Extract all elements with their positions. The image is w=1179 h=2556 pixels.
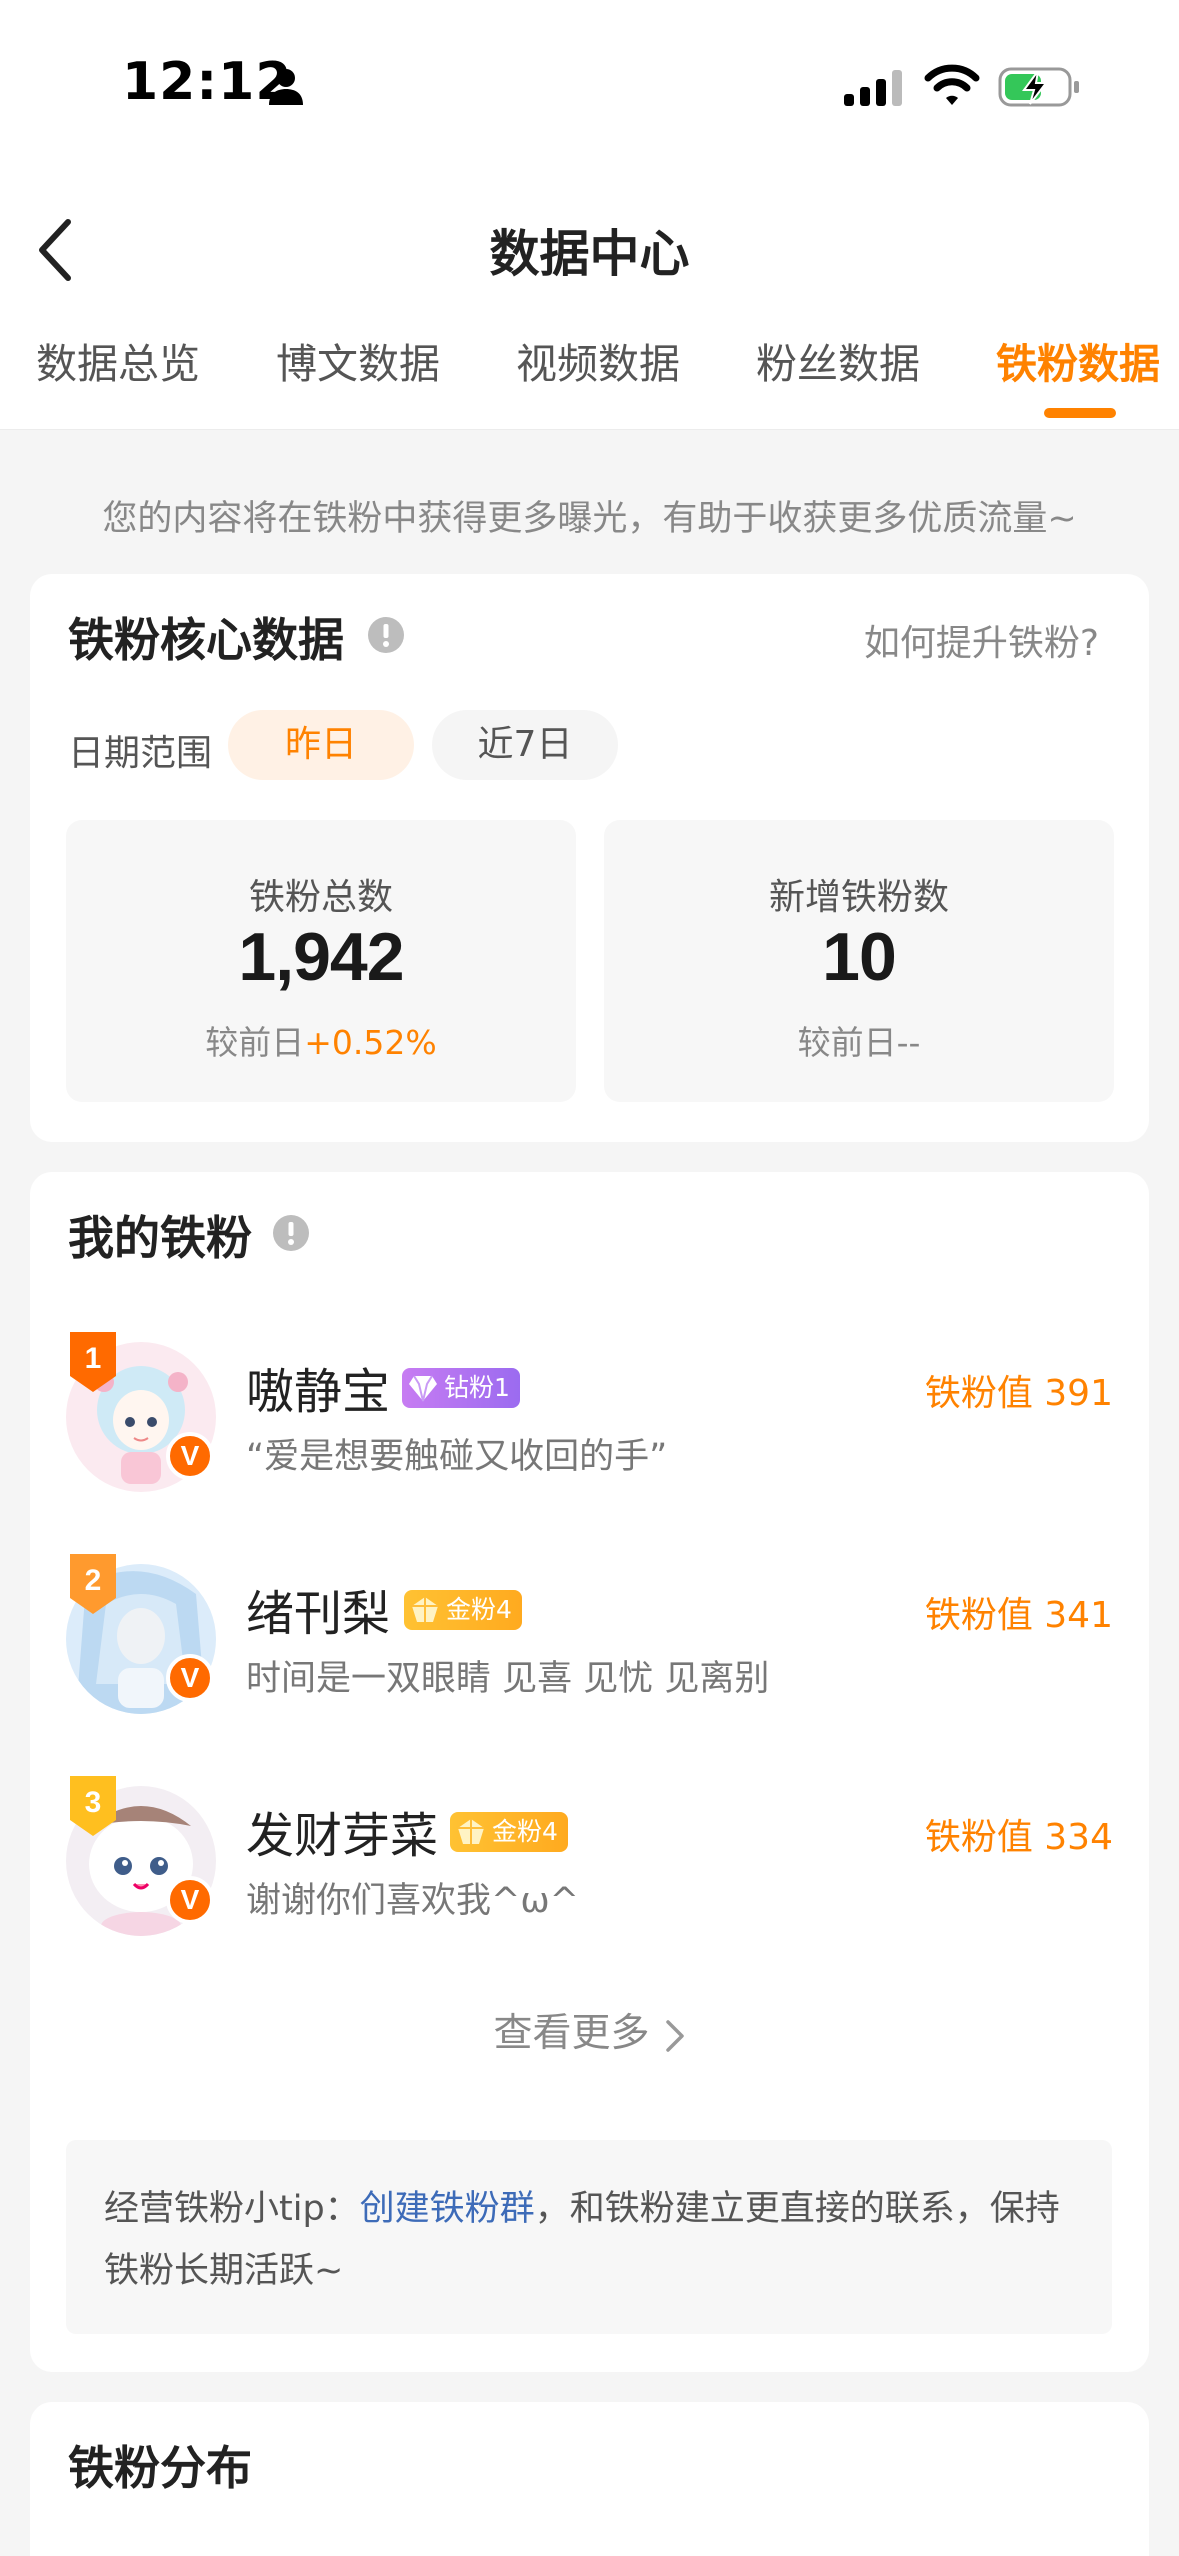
new-iron-fans-stat: 新增铁粉数 10 较前日--	[604, 820, 1114, 1102]
svg-text:1: 1	[85, 1342, 102, 1375]
info-icon[interactable]	[367, 616, 405, 654]
fan-level-badge: 钻粉1	[402, 1368, 520, 1408]
fan-distribution-title: 铁粉分布	[68, 2441, 252, 2495]
date-option-yesterday[interactable]: 昨日	[228, 710, 414, 780]
stat-label: 铁粉总数	[248, 877, 393, 918]
verified-v-icon: V	[166, 1432, 214, 1480]
tab-iron-fans[interactable]: 铁粉数据	[996, 330, 1160, 390]
how-to-improve-link[interactable]: 如何提升铁粉?	[864, 614, 1099, 666]
status-time: 12:12	[122, 52, 293, 112]
status-bar: 12:12	[0, 0, 1179, 170]
battery-charging-icon	[998, 67, 1079, 107]
iron-fan-score: 铁粉值 334	[924, 1817, 1113, 1858]
gold-gem-icon	[458, 1819, 484, 1844]
tab-videos[interactable]: 视频数据	[516, 330, 680, 390]
stat-change: +0.52%	[304, 1023, 437, 1062]
view-more-link[interactable]: 查看更多	[30, 2002, 1149, 2058]
wifi-icon	[924, 64, 980, 105]
stat-change: --	[896, 1023, 921, 1062]
date-range-label: 日期范围	[68, 733, 213, 774]
person-icon	[269, 69, 303, 105]
total-iron-fans-stat: 铁粉总数 1,942 较前日+0.52%	[66, 820, 576, 1102]
cellular-signal-icon	[844, 70, 902, 106]
rank-2-badge: 2	[70, 1554, 116, 1614]
stat-value: 1,942	[238, 919, 404, 995]
rank-1-badge: 1	[70, 1332, 116, 1392]
verified-v-icon: V	[166, 1654, 214, 1702]
page-title: 数据中心	[489, 225, 690, 283]
svg-text:3: 3	[85, 1786, 102, 1819]
core-data-card: 铁粉核心数据 如何提升铁粉? 日期范围 昨日 近7日 铁粉总数 1,942 较前…	[30, 574, 1149, 1142]
iron-fan-score: 铁粉值 391	[924, 1373, 1113, 1414]
fan-signature: 时间是一双眼睛 见喜 见忧 见离别	[246, 1659, 770, 1699]
tab-overview[interactable]: 数据总览	[36, 330, 200, 390]
tab-fans[interactable]: 粉丝数据	[756, 330, 920, 390]
my-fans-title: 我的铁粉	[68, 1211, 252, 1265]
fan-list-item[interactable]: 3 V 发财芽菜 金粉4 铁粉值 334 谢谢你们喜欢我^ω^	[30, 1774, 1149, 1954]
fan-level-badge: 金粉4	[404, 1590, 522, 1630]
fan-list-item[interactable]: 2 V 绪刊梨 金粉4 铁粉值 341 时间是一双眼睛 见喜 见忧 见离别	[30, 1552, 1149, 1732]
fan-name[interactable]: 发财芽菜	[246, 1796, 438, 1866]
fan-name[interactable]: 嗷静宝	[246, 1352, 390, 1422]
stat-value: 10	[822, 919, 897, 995]
fan-signature: “爱是想要触碰又收回的手”	[246, 1437, 668, 1477]
diamond-icon	[409, 1375, 437, 1402]
app-header: 数据中心 数据总览 博文数据 视频数据 粉丝数据 铁粉数据	[0, 170, 1179, 430]
chevron-right-icon	[665, 2019, 684, 2052]
fan-distribution-card: 铁粉分布	[30, 2402, 1149, 2556]
stat-compare: 较前日+0.52%	[205, 1023, 437, 1062]
info-icon[interactable]	[272, 1214, 310, 1252]
create-fan-group-link[interactable]: 创建铁粉群	[360, 2189, 535, 2229]
gold-gem-icon	[412, 1597, 438, 1622]
stat-label: 新增铁粉数	[768, 877, 949, 918]
tab-bar: 数据总览 博文数据 视频数据 粉丝数据 铁粉数据	[0, 330, 1179, 430]
active-tab-indicator	[1044, 408, 1116, 418]
rank-3-badge: 3	[70, 1776, 116, 1836]
iron-fan-score: 铁粉值 341	[924, 1595, 1113, 1636]
fan-signature: 谢谢你们喜欢我^ω^	[246, 1881, 579, 1921]
verified-v-icon: V	[166, 1876, 214, 1924]
notice-text: 您的内容将在铁粉中获得更多曝光，有助于收获更多优质流量~	[102, 499, 1077, 539]
fan-list-item[interactable]: 1 V 嗷静宝 钻粉1 铁粉值 391 “爱是想要触碰又收回的手”	[30, 1330, 1149, 1510]
view-more-label: 查看更多	[493, 2011, 650, 2056]
my-fans-card: 我的铁粉 1 V 嗷静宝 钻粉1 铁粉值 391 “爱是想要触碰又收回的手” 2…	[30, 1172, 1149, 2372]
fan-level-badge: 金粉4	[450, 1812, 568, 1852]
date-option-7days[interactable]: 近7日	[432, 710, 618, 780]
core-data-title: 铁粉核心数据	[68, 613, 344, 667]
fan-name[interactable]: 绪刊梨	[246, 1574, 390, 1644]
svg-text:2: 2	[85, 1564, 102, 1597]
stat-compare: 较前日--	[797, 1023, 921, 1062]
tip-box: 经营铁粉小tip：创建铁粉群，和铁粉建立更直接的联系，保持铁粉长期活跃~	[66, 2140, 1112, 2334]
tab-posts[interactable]: 博文数据	[276, 330, 440, 390]
tip-prefix: 经营铁粉小tip：	[104, 2189, 360, 2229]
